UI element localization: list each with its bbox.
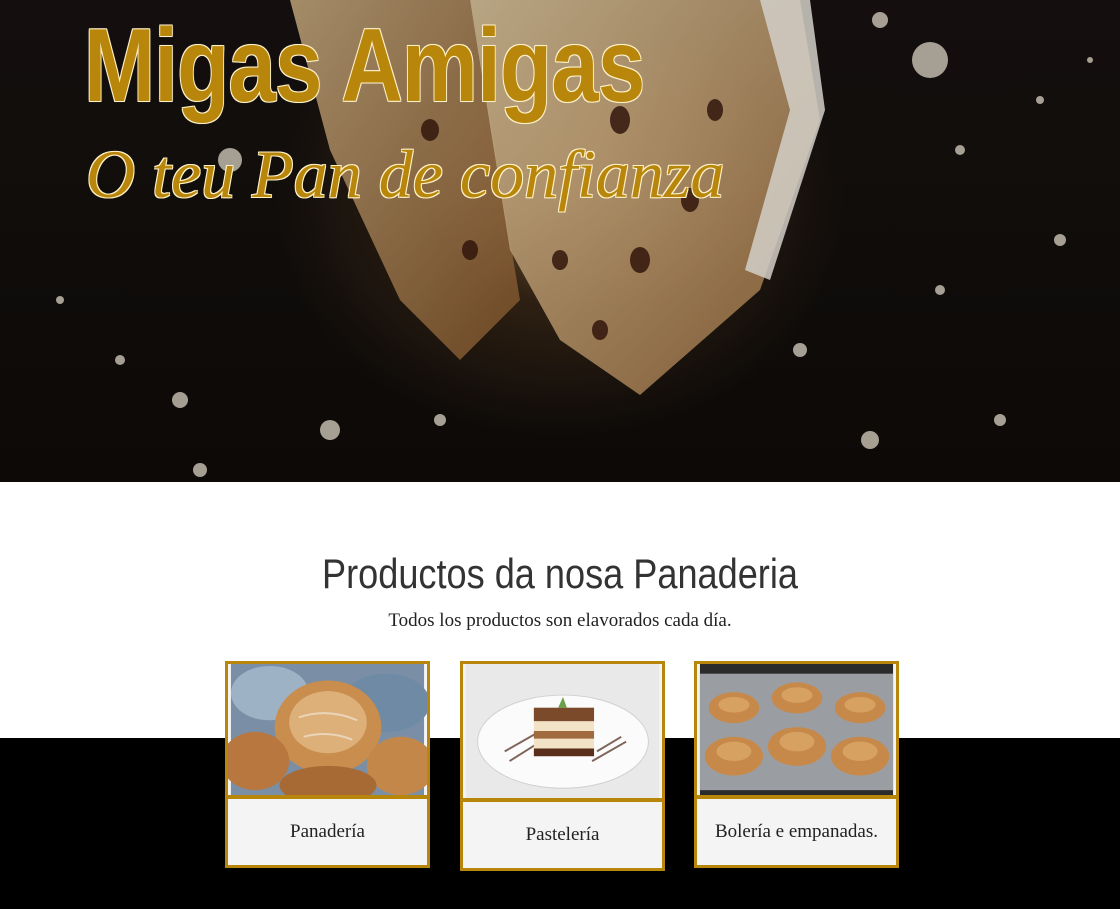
product-card-boleria[interactable]: Bolería e empanadas.	[694, 661, 899, 868]
product-card-panaderia[interactable]: Panadería	[225, 661, 430, 868]
card-label: Pastelería	[525, 824, 600, 845]
card-label: Bolería e empanadas.	[714, 821, 878, 842]
site-tagline: O teu Pan de confianza	[86, 136, 725, 212]
site-title: Migas Amigas	[84, 8, 645, 124]
products-section: Productos da nosa Panaderia Todos los pr…	[0, 482, 1120, 909]
muffins-tray-image	[697, 664, 896, 799]
card-label: Panadería	[290, 821, 365, 842]
bread-loaves-image	[228, 664, 427, 799]
section-subtitle: Todos los productos son elavorados cada …	[388, 610, 732, 631]
product-card-pasteleria[interactable]: Pastelería	[460, 661, 665, 871]
cake-slice-image	[463, 664, 662, 802]
hero-banner: Migas Amigas O teu Pan de confianza	[0, 0, 1120, 482]
section-title: Productos da nosa Panaderia	[322, 550, 798, 597]
